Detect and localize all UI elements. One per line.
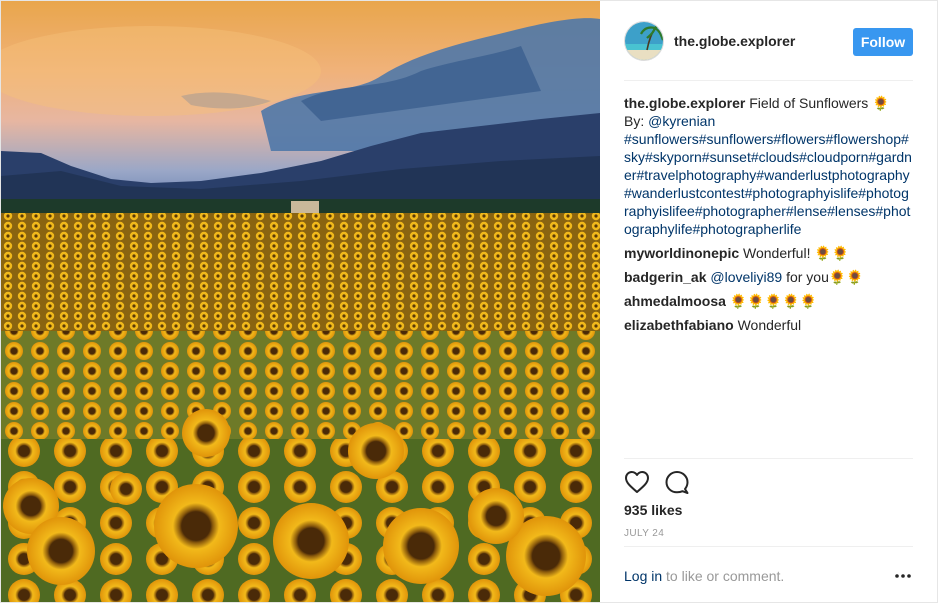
comment-item: badgerin_ak @loveliyi89 for you🌻🌻 bbox=[624, 268, 913, 286]
comment-mention[interactable]: @loveliyi89 bbox=[710, 269, 782, 285]
follow-button[interactable]: Follow bbox=[853, 28, 913, 56]
caption-author[interactable]: the.globe.explorer bbox=[624, 95, 745, 111]
avatar[interactable] bbox=[624, 20, 664, 61]
login-prompt-text: to like or comment. bbox=[662, 568, 785, 584]
caption-hashtags[interactable]: #sunflowers#sunflowers#flowers#flowersho… bbox=[624, 131, 912, 237]
comment-text: Wonderful! 🌻🌻 bbox=[743, 245, 850, 261]
likes-count[interactable]: 935 likes bbox=[624, 502, 682, 518]
comment-item: elizabethfabiano Wonderful bbox=[624, 316, 913, 334]
post-footer: Log in to like or comment. bbox=[624, 546, 913, 602]
heart-outline-icon[interactable] bbox=[624, 469, 650, 495]
avatar-beach-image bbox=[625, 21, 663, 60]
comment-author[interactable]: elizabethfabiano bbox=[624, 317, 734, 333]
post-details-panel: the.globe.explorer Follow the.globe.expl… bbox=[600, 1, 937, 602]
sunflower-field-image bbox=[1, 1, 600, 602]
comment-text: Wonderful bbox=[737, 317, 802, 333]
caption: the.globe.explorer Field of Sunflowers 🌻… bbox=[624, 94, 913, 238]
comment-author[interactable]: myworldinonepic bbox=[624, 245, 739, 261]
login-prompt: Log in to like or comment. bbox=[624, 568, 784, 584]
comment-item: ahmedalmoosa 🌻🌻🌻🌻🌻 bbox=[624, 292, 913, 310]
comments-list: the.globe.explorer Field of Sunflowers 🌻… bbox=[624, 94, 913, 340]
comment-text: 🌻🌻🌻🌻🌻 bbox=[729, 293, 817, 309]
post-photo[interactable] bbox=[1, 1, 600, 602]
comment-text: for you🌻🌻 bbox=[782, 269, 864, 285]
comment-author[interactable]: ahmedalmoosa bbox=[624, 293, 726, 309]
comment-author[interactable]: badgerin_ak bbox=[624, 269, 706, 285]
speech-bubble-icon[interactable] bbox=[664, 469, 690, 495]
post-card: the.globe.explorer Follow the.globe.expl… bbox=[0, 0, 938, 603]
more-options-icon[interactable] bbox=[893, 567, 913, 585]
post-header: the.globe.explorer Follow bbox=[624, 1, 913, 81]
post-actions bbox=[624, 458, 913, 498]
caption-title: Field of Sunflowers 🌻 bbox=[749, 95, 890, 111]
comment-item: myworldinonepic Wonderful! 🌻🌻 bbox=[624, 244, 913, 262]
post-date[interactable]: JULY 24 bbox=[624, 528, 664, 539]
caption-credit-mention[interactable]: @kyrenian bbox=[648, 113, 715, 129]
post-username[interactable]: the.globe.explorer bbox=[674, 33, 795, 49]
login-link[interactable]: Log in bbox=[624, 568, 662, 584]
caption-by-label: By: bbox=[624, 113, 649, 129]
